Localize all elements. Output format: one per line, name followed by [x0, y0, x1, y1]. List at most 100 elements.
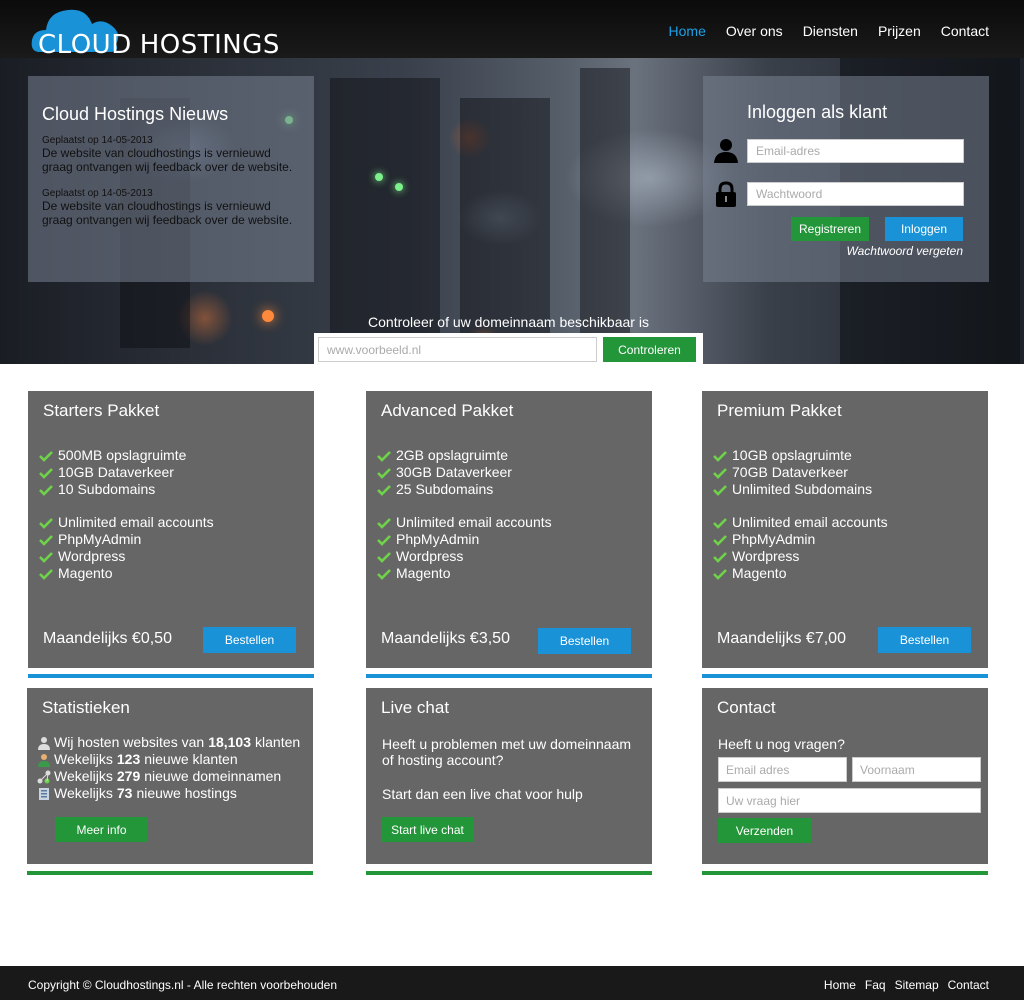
contact-email-input[interactable] — [718, 757, 847, 782]
more-info-button[interactable]: Meer info — [55, 817, 148, 842]
feature-item: PhpMyAdmin — [713, 531, 888, 548]
package-price: Maandelijks €7,00 — [717, 630, 846, 647]
stat-line-clients: Wij hosten websites van 18,103 klanten — [37, 734, 300, 751]
package-features-primary: 500MB opslagruimte 10GB Dataverkeer 10 S… — [39, 447, 186, 498]
domain-check-button[interactable]: Controleren — [603, 337, 696, 362]
news-title: Cloud Hostings Nieuws — [42, 104, 229, 124]
card-accent-bar — [702, 674, 988, 678]
feature-item: Magento — [377, 565, 552, 582]
server-rack — [460, 98, 550, 338]
package-card-premium: Premium Pakket 10GB opslagruimte 70GB Da… — [702, 391, 988, 668]
login-email-input[interactable] — [747, 139, 964, 163]
footer-nav: Home Faq Sitemap Contact — [815, 978, 989, 992]
stats-card: Statistieken Wij hosten websites van 18,1… — [27, 688, 313, 864]
news-text: De website van cloudhostings is vernieuw… — [42, 199, 293, 227]
check-icon — [713, 534, 727, 546]
feature-item: 70GB Dataverkeer — [713, 464, 872, 481]
register-button[interactable]: Registreren — [791, 217, 869, 241]
package-features-secondary: Unlimited email accounts PhpMyAdmin Word… — [377, 514, 552, 582]
footer-link-contact[interactable]: Contact — [948, 978, 989, 992]
check-icon — [377, 551, 391, 563]
logo[interactable]: CLOUD HOSTINGS — [30, 4, 279, 60]
nav-over-ons[interactable]: Over ons — [726, 23, 783, 39]
check-icon — [39, 517, 53, 529]
news-item: Geplaatst op 14-05-2013 De website van c… — [42, 188, 300, 227]
feature-item: 2GB opslagruimte — [377, 447, 512, 464]
server-led — [262, 310, 274, 322]
live-chat-card: Live chat Heeft u problemen met uw domei… — [366, 688, 652, 864]
contact-question: Heeft u nog vragen? — [718, 736, 845, 752]
contact-title: Contact — [717, 698, 776, 717]
stat-line-new-domains: Wekelijks 279 nieuwe domeinnamen — [37, 768, 300, 785]
login-panel: Inloggen als klant Registreren Inloggen … — [703, 76, 989, 282]
feature-item: PhpMyAdmin — [377, 531, 552, 548]
footer-link-faq[interactable]: Faq — [865, 978, 886, 992]
send-button[interactable]: Verzenden — [718, 818, 811, 843]
live-chat-subtext: Start dan een live chat voor hulp — [382, 786, 583, 802]
check-icon — [39, 551, 53, 563]
order-button-advanced[interactable]: Bestellen — [538, 628, 631, 654]
main-nav: Home Over ons Diensten Prijzen Contact — [649, 23, 989, 39]
nav-prijzen[interactable]: Prijzen — [878, 23, 921, 39]
live-chat-text: Heeft u problemen met uw domeinnaam of h… — [382, 736, 632, 768]
forgot-password-link[interactable]: Wachtwoord vergeten — [846, 244, 963, 258]
check-icon — [713, 517, 727, 529]
check-icon — [713, 450, 727, 462]
contact-name-input[interactable] — [852, 757, 981, 782]
start-live-chat-button[interactable]: Start live chat — [381, 817, 474, 842]
password-row — [713, 181, 964, 207]
check-icon — [377, 467, 391, 479]
news-date: Geplaatst op 14-05-2013 — [42, 135, 153, 146]
feature-item: Unlimited Subdomains — [713, 481, 872, 498]
stats-list: Wij hosten websites van 18,103 klanten Wek… — [37, 734, 300, 802]
package-title: Premium Pakket — [717, 401, 842, 420]
lock-icon — [716, 181, 736, 207]
order-button-starters[interactable]: Bestellen — [203, 627, 296, 653]
package-card-starters: Starters Pakket 500MB opslagruimte 10GB … — [28, 391, 314, 668]
feature-item: Unlimited email accounts — [713, 514, 888, 531]
nav-diensten[interactable]: Diensten — [803, 23, 858, 39]
live-chat-title: Live chat — [381, 698, 450, 717]
check-icon — [377, 484, 391, 496]
domain-input[interactable] — [318, 337, 597, 362]
package-title: Starters Pakket — [43, 401, 160, 420]
server-led — [375, 173, 383, 181]
nav-home[interactable]: Home — [669, 23, 706, 39]
stat-line-new-clients: Wekelijks 123 nieuwe klanten — [37, 751, 300, 768]
footer-link-sitemap[interactable]: Sitemap — [895, 978, 939, 992]
contact-question-input[interactable] — [718, 788, 981, 813]
news-date: Geplaatst op 14-05-2013 — [42, 188, 153, 199]
card-accent-bar — [366, 871, 652, 875]
card-accent-bar — [27, 871, 313, 875]
feature-item: 10GB opslagruimte — [713, 447, 872, 464]
login-title: Inloggen als klant — [747, 102, 888, 122]
news-panel: Cloud Hostings Nieuws Geplaatst op 14-05… — [28, 76, 314, 282]
package-features-primary: 2GB opslagruimte 30GB Dataverkeer 25 Sub… — [377, 447, 512, 498]
news-item: Geplaatst op 14-05-2013 De website van c… — [42, 135, 300, 174]
server-led — [395, 183, 403, 191]
logo-text-hostings: HOSTINGS — [139, 30, 280, 60]
feature-item: 10 Subdomains — [39, 481, 186, 498]
login-password-input[interactable] — [747, 182, 964, 206]
check-icon — [713, 568, 727, 580]
feature-item: Magento — [39, 565, 214, 582]
check-icon — [377, 568, 391, 580]
server-icon — [39, 787, 49, 800]
nav-contact[interactable]: Contact — [941, 23, 989, 39]
order-button-premium[interactable]: Bestellen — [878, 627, 971, 653]
user-icon — [714, 139, 738, 163]
add-user-icon — [38, 753, 50, 767]
network-icon — [37, 770, 51, 783]
feature-item: Wordpress — [39, 548, 214, 565]
login-button[interactable]: Inloggen — [885, 217, 963, 241]
feature-item: 30GB Dataverkeer — [377, 464, 512, 481]
package-title: Advanced Pakket — [381, 401, 514, 420]
feature-item: Unlimited email accounts — [377, 514, 552, 531]
check-icon — [377, 517, 391, 529]
users-icon — [38, 736, 50, 750]
check-icon — [377, 450, 391, 462]
footer-link-home[interactable]: Home — [824, 978, 856, 992]
check-icon — [713, 551, 727, 563]
check-icon — [713, 467, 727, 479]
feature-item: Magento — [713, 565, 888, 582]
